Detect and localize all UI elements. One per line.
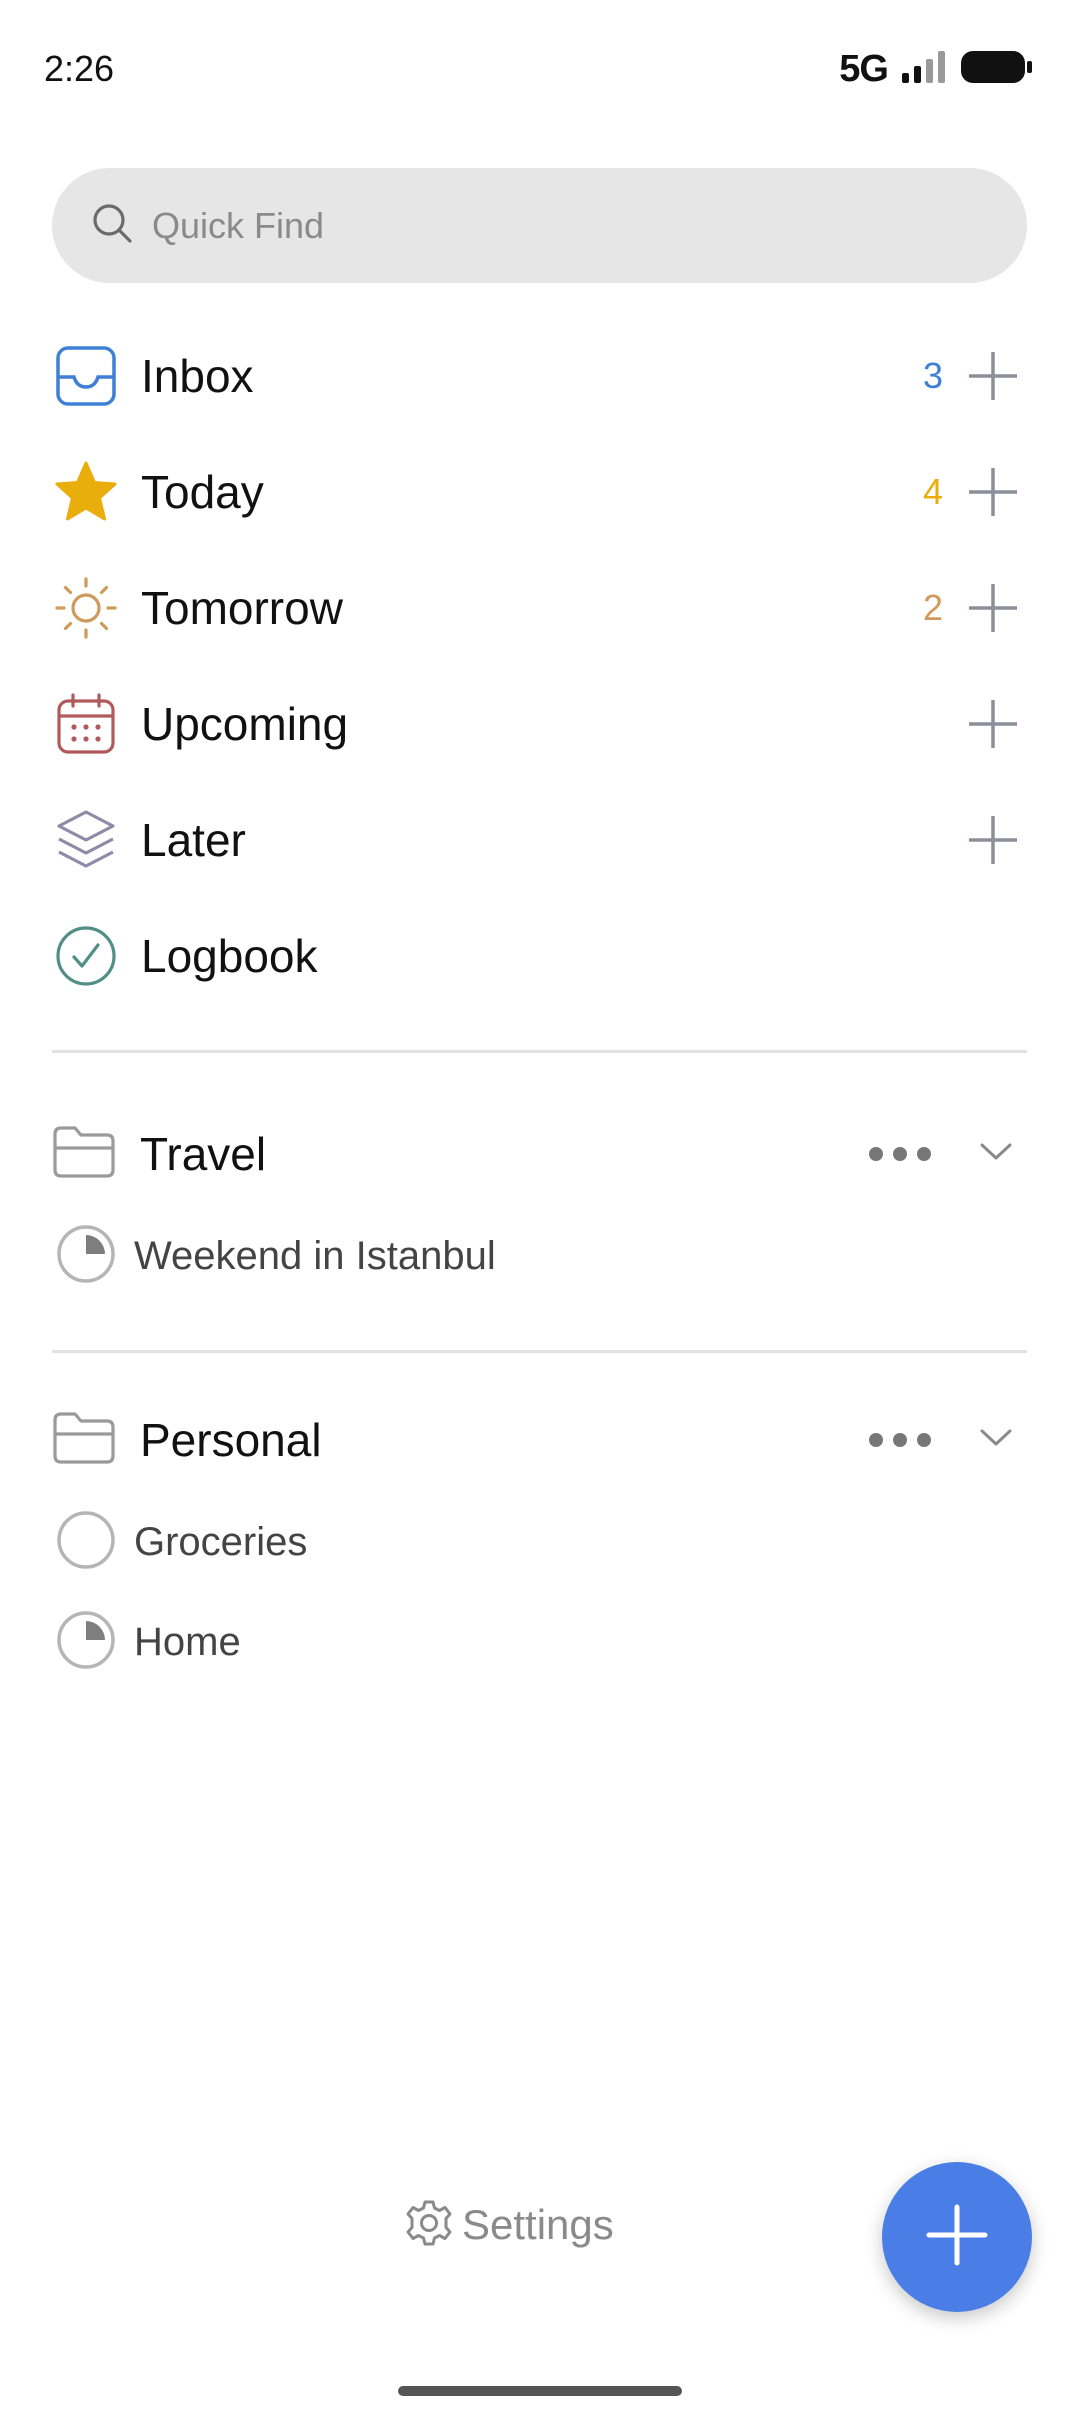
nav-item-logbook[interactable]: Logbook: [52, 906, 1027, 1006]
nav-label: Logbook: [141, 930, 318, 982]
home-indicator[interactable]: [398, 2386, 682, 2396]
check-circle-icon: [53, 923, 119, 989]
calendar-icon: [53, 691, 119, 757]
search-icon: [90, 201, 134, 250]
chevron-down-icon[interactable]: [979, 1142, 1013, 1167]
nav-item-inbox[interactable]: Inbox 3: [52, 326, 1027, 426]
nav-label: Tomorrow: [141, 582, 343, 634]
today-count: 4: [922, 471, 943, 512]
add-today-button[interactable]: [963, 462, 1023, 522]
project-weekend-in-istanbul[interactable]: Weekend in Istanbul: [56, 1216, 496, 1296]
divider: [52, 1050, 1027, 1053]
progress-pie-icon: [56, 1610, 116, 1675]
folder-icon: [52, 1410, 116, 1471]
settings-button[interactable]: Settings: [404, 2190, 614, 2260]
progress-empty-icon: [56, 1510, 116, 1575]
nav-item-today[interactable]: Today 4: [52, 442, 1027, 542]
project-groceries[interactable]: Groceries: [56, 1502, 307, 1582]
add-upcoming-button[interactable]: [963, 694, 1023, 754]
nav-item-upcoming[interactable]: Upcoming: [52, 674, 1027, 774]
divider: [52, 1350, 1027, 1353]
status-indicators: 5G: [839, 48, 1034, 91]
nav-label: Inbox: [141, 350, 254, 402]
area-personal[interactable]: Personal: [52, 1390, 1027, 1490]
sun-icon: [53, 575, 119, 641]
project-home[interactable]: Home: [56, 1602, 241, 1682]
search-placeholder: Quick Find: [152, 204, 325, 246]
more-options-button[interactable]: [869, 1147, 931, 1161]
nav-label: Later: [141, 814, 246, 866]
folder-icon: [52, 1124, 116, 1185]
signal-icon: [900, 49, 948, 90]
gear-icon: [404, 2198, 454, 2253]
inbox-icon: [53, 343, 119, 409]
status-bar: 2:26 5G: [0, 0, 1080, 130]
battery-icon: [960, 49, 1034, 90]
project-label: Home: [134, 1619, 241, 1664]
add-later-button[interactable]: [963, 810, 1023, 870]
plus-icon: [926, 2204, 988, 2271]
add-tomorrow-button[interactable]: [963, 578, 1023, 638]
tomorrow-count: 2: [922, 587, 943, 628]
star-icon: [53, 459, 119, 525]
add-inbox-button[interactable]: [963, 346, 1023, 406]
network-label: 5G: [839, 48, 889, 90]
add-new-button[interactable]: [882, 2162, 1032, 2312]
area-label: Travel: [140, 1128, 267, 1180]
inbox-count: 3: [922, 355, 943, 396]
settings-label: Settings: [462, 2201, 614, 2248]
area-label: Personal: [140, 1414, 322, 1466]
progress-pie-icon: [56, 1224, 116, 1289]
area-travel[interactable]: Travel: [52, 1104, 1027, 1204]
more-options-button[interactable]: [869, 1433, 931, 1447]
project-label: Weekend in Istanbul: [134, 1233, 496, 1278]
nav-item-later[interactable]: Later: [52, 790, 1027, 890]
nav-item-tomorrow[interactable]: Tomorrow 2: [52, 558, 1027, 658]
layers-icon: [53, 807, 119, 873]
chevron-down-icon[interactable]: [979, 1428, 1013, 1453]
quick-find-search[interactable]: Quick Find: [52, 168, 1027, 283]
project-label: Groceries: [134, 1519, 308, 1564]
status-time: 2:26: [44, 48, 115, 89]
nav-label: Today: [141, 466, 264, 518]
nav-label: Upcoming: [141, 698, 349, 750]
